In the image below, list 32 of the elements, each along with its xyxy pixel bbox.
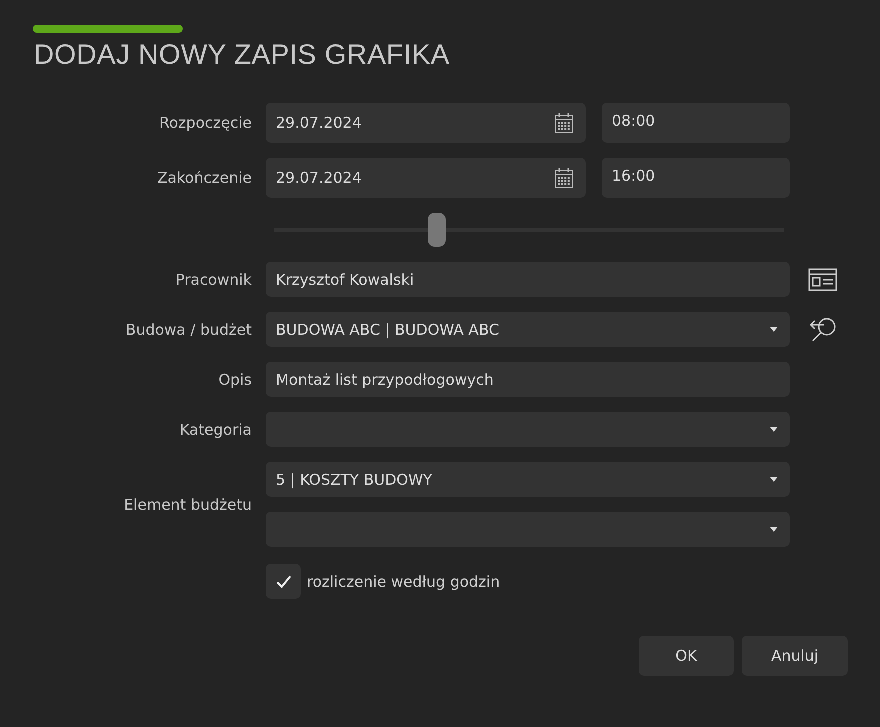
slider-thumb[interactable] [428, 213, 446, 247]
contact-card-icon[interactable] [808, 268, 838, 292]
calendar-icon[interactable] [554, 167, 574, 189]
field-label: Rozpoczęcie [158, 114, 252, 132]
caret-icon[interactable] [770, 527, 778, 532]
dialog-title: DODAJ NOWY ZAPIS GRAFIKA [34, 39, 451, 71]
caret-icon[interactable] [770, 327, 778, 332]
date-field[interactable]: 29.07.2024 [266, 158, 586, 198]
field-label: Zakończenie [156, 169, 252, 187]
time-field[interactable]: 08:00 [602, 103, 790, 143]
caret-icon[interactable] [770, 477, 778, 482]
checkbox-label[interactable]: rozliczenie według godzin [307, 572, 500, 590]
field-label: Budowa / budżet [124, 320, 252, 338]
input-field[interactable]: Krzysztof Kowalski [266, 262, 790, 297]
time-field[interactable]: 16:00 [602, 158, 790, 198]
field-label: Element budżetu [123, 496, 252, 514]
dialog-button[interactable]: Anuluj [742, 636, 848, 676]
checkmark-icon [276, 574, 292, 588]
dropdown-field[interactable] [266, 412, 790, 447]
caret-icon[interactable] [770, 427, 778, 432]
checkbox[interactable] [266, 564, 301, 599]
dropdown-field[interactable]: BUDOWA ABC | BUDOWA ABC [266, 312, 790, 347]
field-label: Kategoria [178, 420, 252, 438]
field-label: Pracownik [174, 270, 252, 288]
calendar-icon[interactable] [554, 112, 574, 134]
date-field[interactable]: 29.07.2024 [266, 103, 586, 143]
input-field[interactable]: Montaż list przypodłogowych [266, 362, 790, 397]
dialog-button[interactable]: OK [639, 636, 734, 676]
arrow-magnifier-icon[interactable] [808, 316, 838, 342]
field-label: Opis [218, 370, 252, 388]
dropdown-field[interactable]: 5 | KOSZTY BUDOWY [266, 462, 790, 497]
dropdown-field[interactable] [266, 512, 790, 547]
